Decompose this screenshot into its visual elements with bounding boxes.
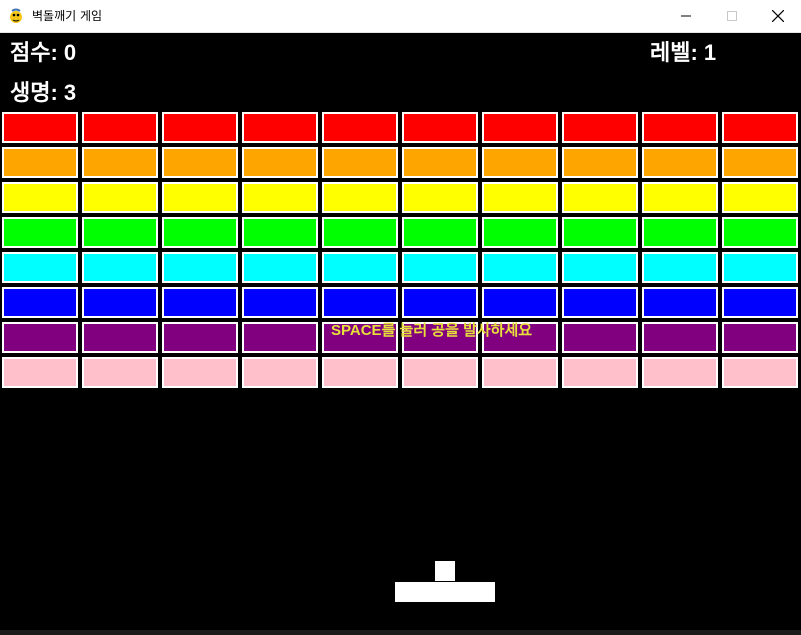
brick: [242, 112, 318, 143]
brick: [322, 252, 398, 283]
level-display: 레벨: 1: [650, 40, 717, 65]
game-window: 벽돌깨기 게임 점수: 0 레벨: 1 생명: 3 SPACE를 눌러 공을 발…: [0, 0, 801, 635]
brick-grid: [0, 111, 801, 391]
brick: [642, 217, 718, 248]
brick: [82, 252, 158, 283]
brick: [402, 252, 478, 283]
brick: [402, 217, 478, 248]
brick: [242, 252, 318, 283]
brick: [562, 217, 638, 248]
score-display: 점수: 0: [10, 40, 77, 65]
brick: [722, 182, 798, 213]
brick: [162, 287, 238, 318]
brick: [642, 287, 718, 318]
brick: [2, 182, 78, 213]
ball: [435, 561, 455, 581]
brick: [402, 182, 478, 213]
brick: [642, 322, 718, 353]
brick: [482, 287, 558, 318]
maximize-button[interactable]: [709, 0, 755, 32]
brick: [562, 322, 638, 353]
brick: [562, 112, 638, 143]
brick: [322, 182, 398, 213]
window-title: 벽돌깨기 게임: [32, 9, 103, 23]
brick: [82, 182, 158, 213]
paddle[interactable]: [395, 582, 495, 602]
brick: [82, 217, 158, 248]
brick: [402, 287, 478, 318]
brick: [722, 322, 798, 353]
brick: [482, 112, 558, 143]
brick: [722, 112, 798, 143]
brick: [82, 287, 158, 318]
lives-display: 생명: 3: [10, 80, 77, 105]
brick: [562, 287, 638, 318]
title-bar[interactable]: 벽돌깨기 게임: [0, 0, 801, 33]
brick: [2, 217, 78, 248]
brick: [242, 357, 318, 388]
brick: [162, 112, 238, 143]
minimize-icon: [681, 15, 691, 17]
brick: [322, 112, 398, 143]
brick: [482, 147, 558, 178]
brick: [162, 217, 238, 248]
maximize-icon: [727, 11, 737, 21]
brick: [82, 322, 158, 353]
launch-hint-text: SPACE를 눌러 공을 발사하세요: [331, 322, 533, 339]
brick: [82, 357, 158, 388]
brick: [242, 182, 318, 213]
brick: [642, 182, 718, 213]
brick: [2, 322, 78, 353]
brick: [642, 112, 718, 143]
brick: [402, 147, 478, 178]
brick: [402, 112, 478, 143]
brick: [722, 252, 798, 283]
brick: [642, 357, 718, 388]
brick: [562, 357, 638, 388]
brick: [722, 357, 798, 388]
brick: [402, 357, 478, 388]
close-button[interactable]: [755, 0, 801, 32]
brick: [2, 357, 78, 388]
brick: [482, 217, 558, 248]
window-bottom-edge: [0, 630, 801, 635]
brick: [482, 182, 558, 213]
brick: [242, 322, 318, 353]
brick: [722, 287, 798, 318]
game-canvas[interactable]: 점수: 0 레벨: 1 생명: 3 SPACE를 눌러 공을 발사하세요: [0, 33, 801, 630]
brick: [82, 112, 158, 143]
brick: [642, 252, 718, 283]
brick: [322, 287, 398, 318]
brick: [642, 147, 718, 178]
brick: [482, 357, 558, 388]
brick: [722, 217, 798, 248]
brick: [162, 182, 238, 213]
brick: [242, 147, 318, 178]
brick: [562, 252, 638, 283]
brick: [242, 217, 318, 248]
brick: [562, 147, 638, 178]
brick: [2, 287, 78, 318]
brick: [162, 147, 238, 178]
brick: [162, 252, 238, 283]
brick: [82, 147, 158, 178]
brick: [2, 112, 78, 143]
python-snake-icon: [8, 8, 24, 24]
brick: [722, 147, 798, 178]
brick: [322, 357, 398, 388]
brick: [162, 322, 238, 353]
brick: [562, 182, 638, 213]
brick: [162, 357, 238, 388]
brick: [322, 217, 398, 248]
brick: [2, 252, 78, 283]
minimize-button[interactable]: [663, 0, 709, 32]
brick: [322, 147, 398, 178]
brick: [482, 252, 558, 283]
brick: [2, 147, 78, 178]
brick: [242, 287, 318, 318]
close-icon: [772, 10, 784, 22]
